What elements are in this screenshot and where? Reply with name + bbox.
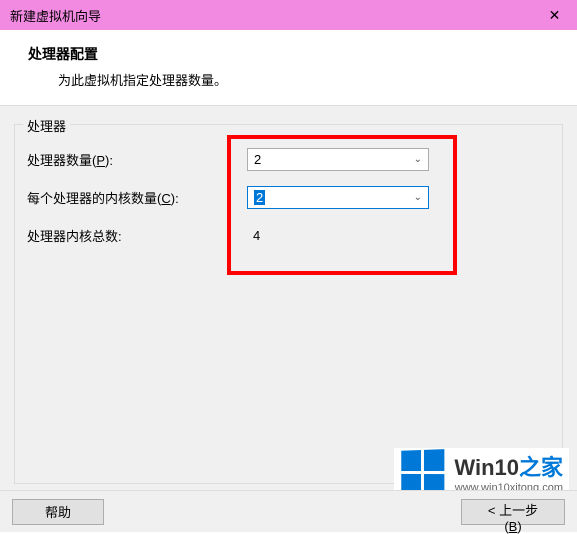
button-bar: 帮助 < 上一步(B) bbox=[0, 490, 577, 532]
windows-logo-icon bbox=[402, 449, 445, 495]
row-cores: 每个处理器的内核数量(C): 2 ⌄ bbox=[27, 185, 544, 209]
total-value: 4 bbox=[247, 228, 260, 243]
titlebar: 新建虚拟机向导 ✕ bbox=[0, 0, 577, 30]
select-cores[interactable]: 2 ⌄ bbox=[247, 186, 429, 209]
header-title: 处理器配置 bbox=[28, 44, 557, 64]
content-area: 处理器 处理器数量(P): 2 ⌄ 每个处理器的内核数量(C): 2 bbox=[0, 106, 577, 498]
group-legend: 处理器 bbox=[23, 116, 70, 135]
processors-group: 处理器 处理器数量(P): 2 ⌄ 每个处理器的内核数量(C): 2 bbox=[14, 124, 563, 484]
chevron-down-icon: ⌄ bbox=[414, 154, 422, 165]
close-icon: ✕ bbox=[549, 7, 561, 24]
chevron-down-icon: ⌄ bbox=[414, 192, 422, 203]
fields-container: 处理器数量(P): 2 ⌄ 每个处理器的内核数量(C): 2 ⌄ 处理 bbox=[27, 147, 544, 247]
watermark: Win10之家 www.win10xitong.com bbox=[394, 448, 569, 496]
select-processors[interactable]: 2 ⌄ bbox=[247, 148, 429, 171]
row-total: 处理器内核总数: 4 bbox=[27, 223, 544, 247]
row-processors: 处理器数量(P): 2 ⌄ bbox=[27, 147, 544, 171]
help-button[interactable]: 帮助 bbox=[12, 499, 104, 525]
wizard-header: 处理器配置 为此虚拟机指定处理器数量。 bbox=[0, 30, 577, 106]
select-processors-value: 2 bbox=[254, 152, 261, 167]
watermark-text: Win10之家 www.win10xitong.com bbox=[454, 450, 563, 494]
watermark-title: Win10之家 bbox=[454, 450, 563, 482]
window-title: 新建虚拟机向导 bbox=[10, 6, 101, 25]
select-cores-value: 2 bbox=[254, 190, 265, 205]
label-cores: 每个处理器的内核数量(C): bbox=[27, 188, 247, 207]
header-description: 为此虚拟机指定处理器数量。 bbox=[28, 70, 557, 89]
close-button[interactable]: ✕ bbox=[532, 0, 577, 30]
label-processors: 处理器数量(P): bbox=[27, 150, 247, 169]
label-total: 处理器内核总数: bbox=[27, 226, 247, 245]
back-button[interactable]: < 上一步(B) bbox=[461, 499, 565, 525]
